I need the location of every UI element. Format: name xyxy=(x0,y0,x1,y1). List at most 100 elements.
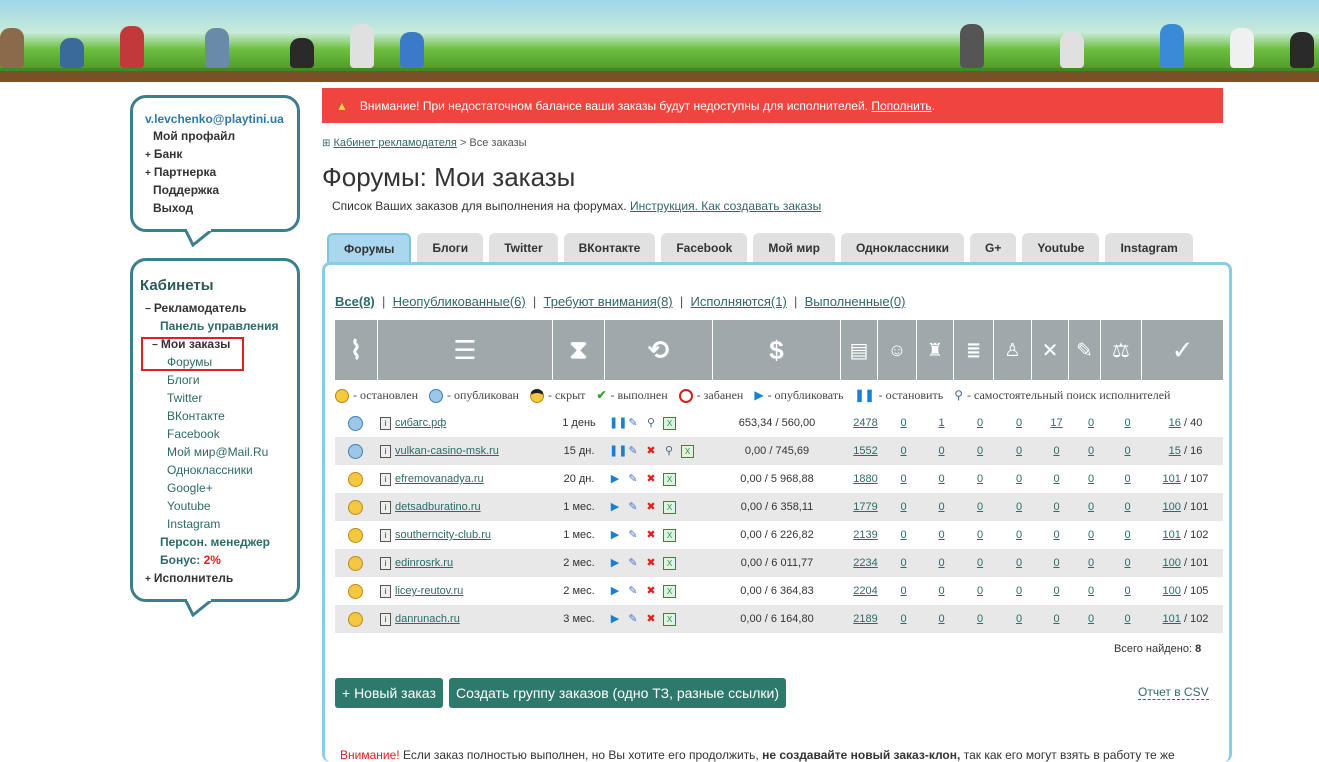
done-link[interactable]: 100 xyxy=(1163,501,1181,513)
info-icon[interactable]: i xyxy=(380,472,391,486)
info-icon[interactable]: i xyxy=(380,528,391,542)
count-link[interactable]: 0 xyxy=(1088,501,1094,513)
edit-icon[interactable]: ✎ xyxy=(627,445,639,457)
count-link[interactable]: 0 xyxy=(1053,585,1059,597)
sidebar-link-logout[interactable]: Выход xyxy=(153,201,193,215)
count-link[interactable]: 0 xyxy=(977,445,983,457)
group-icon[interactable]: ☺ xyxy=(878,320,917,380)
sidebar-executor[interactable]: + Исполнитель xyxy=(145,571,233,585)
count-link[interactable]: 0 xyxy=(938,473,944,485)
order-link[interactable]: detsadburatino.ru xyxy=(395,501,481,513)
count-link[interactable]: 0 xyxy=(1053,473,1059,485)
count-link[interactable]: 0 xyxy=(1016,445,1022,457)
search-icon[interactable]: ⚲ xyxy=(645,417,657,429)
sidebar-sub-odnoklassniki[interactable]: Одноклассники xyxy=(167,463,253,477)
filter-attention[interactable]: Требуют внимания(8) xyxy=(544,294,673,309)
play-icon[interactable]: ▶ xyxy=(609,473,621,485)
delete-icon[interactable]: ✖ xyxy=(645,501,657,513)
tab-facebook[interactable]: Facebook xyxy=(661,233,748,263)
search-icon[interactable]: ⚲ xyxy=(663,445,675,457)
edit-icon[interactable]: ✎ xyxy=(627,585,639,597)
filter-in-progress[interactable]: Исполняются(1) xyxy=(690,294,786,309)
delete-icon[interactable]: ✖ xyxy=(645,445,657,457)
filter-all[interactable]: Все(8) xyxy=(335,294,375,309)
sidebar-sub-mymir[interactable]: Мой мир@Mail.Ru xyxy=(167,445,268,459)
excel-icon[interactable]: X xyxy=(681,444,694,458)
profile-email[interactable]: v.levchenko@playtini.ua xyxy=(145,112,284,126)
count-link[interactable]: 0 xyxy=(938,445,944,457)
count-link[interactable]: 0 xyxy=(1124,417,1130,429)
group-order-button[interactable]: Создать группу заказов (одно ТЗ, разные … xyxy=(449,678,787,708)
sidebar-sub-blogs[interactable]: Блоги xyxy=(167,373,200,387)
edit-icon[interactable]: ✎ xyxy=(627,501,639,513)
order-link[interactable]: vulkan-casino-msk.ru xyxy=(395,445,499,457)
done-link[interactable]: 101 xyxy=(1163,613,1181,625)
filter-done[interactable]: Выполненные(0) xyxy=(805,294,906,309)
tab-blogs[interactable]: Блоги xyxy=(417,233,484,263)
count-link[interactable]: 0 xyxy=(1053,501,1059,513)
count-link[interactable]: 0 xyxy=(900,417,906,429)
delete-icon[interactable]: ✖ xyxy=(645,585,657,597)
pause-icon[interactable]: ❚❚ xyxy=(609,417,627,429)
edit-icon[interactable]: ✎ xyxy=(627,529,639,541)
count-link[interactable]: 0 xyxy=(1088,417,1094,429)
count-link[interactable]: 0 xyxy=(900,585,906,597)
count-link[interactable]: 0 xyxy=(900,473,906,485)
count-link[interactable]: 0 xyxy=(1124,557,1130,569)
excel-icon[interactable]: X xyxy=(663,472,676,486)
count-link[interactable]: 0 xyxy=(1016,501,1022,513)
info-icon[interactable]: i xyxy=(380,444,391,458)
sidebar-sub-vkontakte[interactable]: ВКонтакте xyxy=(167,409,225,423)
info-icon[interactable]: i xyxy=(380,500,391,514)
count-link[interactable]: 0 xyxy=(938,557,944,569)
count-link[interactable]: 0 xyxy=(1053,557,1059,569)
count-link[interactable]: 0 xyxy=(1088,529,1094,541)
dollar-icon[interactable]: $ xyxy=(713,320,841,380)
info-icon[interactable]: i xyxy=(380,584,391,598)
order-link[interactable]: licey-reutov.ru xyxy=(395,585,463,597)
pencil-icon[interactable]: ✎ xyxy=(1069,320,1101,380)
edit-icon[interactable]: ✎ xyxy=(627,557,639,569)
count-link[interactable]: 0 xyxy=(1088,557,1094,569)
count-link[interactable]: 0 xyxy=(1124,529,1130,541)
instruction-link[interactable]: Инструкция. Как создавать заказы xyxy=(630,199,821,213)
sidebar-personal-manager[interactable]: Персон. менеджер xyxy=(160,535,270,549)
sidebar-link-bank[interactable]: + Банк xyxy=(145,147,182,161)
person-money-icon[interactable]: ♙ xyxy=(994,320,1032,380)
list-icon[interactable]: ☰ xyxy=(378,320,553,380)
count-link[interactable]: 1 xyxy=(938,417,944,429)
count-link[interactable]: 17 xyxy=(1050,417,1062,429)
clipboard-icon[interactable]: ▤ xyxy=(841,320,878,380)
edit-icon[interactable]: ✎ xyxy=(627,417,639,429)
new-order-button[interactable]: + Новый заказ xyxy=(335,678,443,708)
play-icon[interactable]: ▶ xyxy=(609,613,621,625)
done-link[interactable]: 101 xyxy=(1163,473,1181,485)
count-link[interactable]: 2478 xyxy=(853,417,877,429)
info-icon[interactable]: i xyxy=(380,416,391,430)
order-link[interactable]: efremovanadya.ru xyxy=(395,473,484,485)
count-link[interactable]: 0 xyxy=(900,529,906,541)
tab-youtube[interactable]: Youtube xyxy=(1022,233,1100,263)
sidebar-link-profile[interactable]: Мой профайл xyxy=(153,129,235,143)
count-link[interactable]: 0 xyxy=(1016,557,1022,569)
excel-icon[interactable]: X xyxy=(663,612,676,626)
count-link[interactable]: 0 xyxy=(977,473,983,485)
count-link[interactable]: 0 xyxy=(1088,445,1094,457)
done-link[interactable]: 16 xyxy=(1169,417,1181,429)
count-link[interactable]: 0 xyxy=(1016,529,1022,541)
count-link[interactable]: 2204 xyxy=(853,585,877,597)
play-icon[interactable]: ▶ xyxy=(609,529,621,541)
sidebar-sub-googleplus[interactable]: Google+ xyxy=(167,481,213,495)
excel-icon[interactable]: X xyxy=(663,528,676,542)
count-link[interactable]: 0 xyxy=(977,613,983,625)
count-link[interactable]: 0 xyxy=(1088,585,1094,597)
count-link[interactable]: 0 xyxy=(1016,613,1022,625)
count-link[interactable]: 1552 xyxy=(853,445,877,457)
play-icon[interactable]: ▶ xyxy=(609,585,621,597)
count-link[interactable]: 0 xyxy=(1053,529,1059,541)
count-link[interactable]: 0 xyxy=(977,501,983,513)
count-link[interactable]: 0 xyxy=(1053,613,1059,625)
pause-icon[interactable]: ❚❚ xyxy=(609,445,627,457)
count-link[interactable]: 1779 xyxy=(853,501,877,513)
info-icon[interactable]: i xyxy=(380,556,391,570)
